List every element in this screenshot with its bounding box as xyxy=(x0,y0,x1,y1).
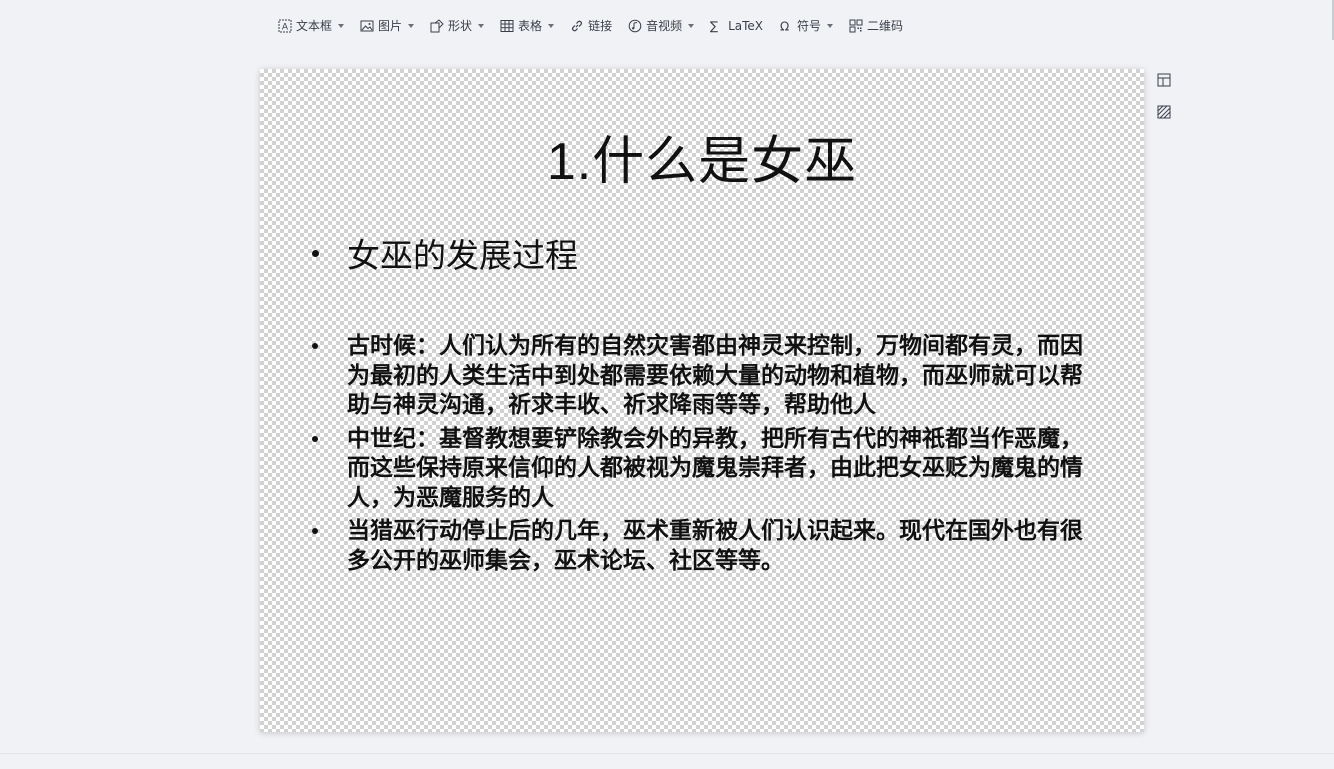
media-button[interactable]: 音视频 xyxy=(620,10,702,42)
slide-title[interactable]: 1.什么是女巫 xyxy=(260,119,1144,194)
bullet-dot-icon xyxy=(312,528,318,534)
slide-body-list[interactable]: 古时候：人们认为所有的自然灾害都由神灵来控制，万物间都有灵，而因为最初的人类生活… xyxy=(312,331,1102,579)
latex-label: LaTeX xyxy=(728,19,764,33)
link-icon xyxy=(570,19,584,33)
list-item: 当猎巫行动停止后的几年，巫术重新被人们认识起来。现代在国外也有很多公开的巫师集会… xyxy=(312,516,1102,575)
media-icon xyxy=(628,19,642,33)
bullet-dot-icon xyxy=(312,435,318,442)
chevron-down-icon xyxy=(408,24,415,28)
table-label: 表格 xyxy=(518,19,543,33)
background-icon xyxy=(1157,105,1171,119)
list-item-text: 古时候：人们认为所有的自然灾害都由神灵来控制，万物间都有灵，而因为最初的人类生活… xyxy=(347,332,1083,418)
bullet-dot-icon xyxy=(312,249,319,257)
status-bar xyxy=(0,753,1334,769)
table-button[interactable]: 表格 xyxy=(492,10,562,42)
list-item: 中世纪：基督教想要铲除教会外的异教，把所有古代的神祇都当作恶魔，而这些保持原来信… xyxy=(312,424,1102,513)
qr-code-button[interactable]: 二维码 xyxy=(841,10,911,42)
svg-text:A: A xyxy=(282,23,289,33)
shape-icon xyxy=(430,19,444,33)
list-item: 古时候：人们认为所有的自然灾害都由神灵来控制，万物间都有灵，而因为最初的人类生活… xyxy=(312,331,1102,420)
chevron-down-icon xyxy=(688,24,695,28)
textbox-button[interactable]: A 文本框 xyxy=(270,10,352,42)
layout-icon xyxy=(1157,73,1171,87)
formula-icon: ∑ xyxy=(710,19,724,33)
list-item-text: 当猎巫行动停止后的几年，巫术重新被人们认识起来。现代在国外也有很多公开的巫师集会… xyxy=(347,517,1083,574)
background-button[interactable] xyxy=(1157,105,1171,119)
shape-label: 形状 xyxy=(448,19,473,33)
editor-app: A 文本框 图片 形状 表格 链接 音视频 ∑ LaTeX Ω 符号 二维码 1… xyxy=(0,0,1334,769)
image-icon xyxy=(360,19,374,33)
link-label: 链接 xyxy=(588,19,613,33)
textbox-label: 文本框 xyxy=(296,19,333,33)
latex-button[interactable]: ∑ LaTeX xyxy=(702,10,771,42)
shape-button[interactable]: 形状 xyxy=(422,10,492,42)
image-button[interactable]: 图片 xyxy=(352,10,422,42)
heading-text: 女巫的发展过程 xyxy=(347,236,578,275)
insert-toolbar: A 文本框 图片 形状 表格 链接 音视频 ∑ LaTeX Ω 符号 二维码 xyxy=(270,10,911,42)
bullet-dot-icon xyxy=(312,343,318,349)
chevron-down-icon xyxy=(478,24,485,28)
omega-icon: Ω xyxy=(779,19,793,34)
slide-heading[interactable]: 女巫的发展过程 xyxy=(312,229,578,277)
qr-code-label: 二维码 xyxy=(867,19,904,33)
chevron-down-icon xyxy=(338,24,345,28)
svg-text:Ω: Ω xyxy=(780,20,789,34)
svg-text:∑: ∑ xyxy=(710,19,718,33)
symbol-label: 符号 xyxy=(797,19,822,33)
media-label: 音视频 xyxy=(646,19,683,33)
chevron-down-icon xyxy=(827,24,834,28)
list-item-text: 中世纪：基督教想要铲除教会外的异教，把所有古代的神祇都当作恶魔，而这些保持原来信… xyxy=(347,424,1083,511)
text-box-icon: A xyxy=(278,19,292,33)
link-button[interactable]: 链接 xyxy=(562,10,620,42)
slide-canvas[interactable]: 1.什么是女巫 女巫的发展过程 古时候：人们认为所有的自然灾害都由神灵来控制，万… xyxy=(260,69,1144,732)
layout-button[interactable] xyxy=(1157,73,1171,87)
image-label: 图片 xyxy=(378,19,403,33)
qr-code-icon xyxy=(849,19,863,33)
chevron-down-icon xyxy=(548,24,555,28)
table-icon xyxy=(500,19,514,33)
symbol-button[interactable]: Ω 符号 xyxy=(771,10,841,42)
